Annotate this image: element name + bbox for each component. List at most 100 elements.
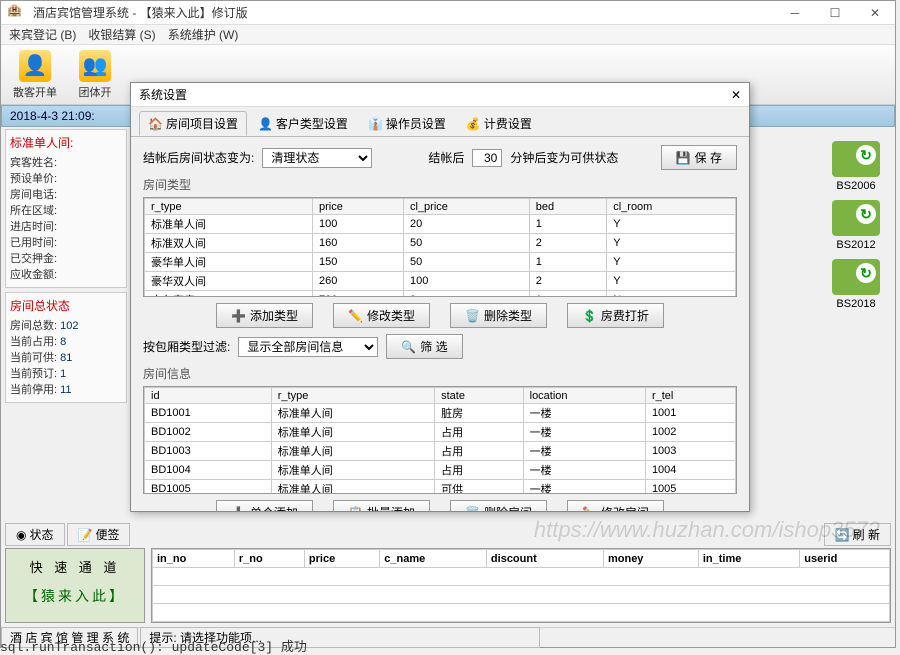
table-row[interactable]: 商务套房78001N bbox=[145, 291, 736, 298]
status-row: 当前预订: 1 bbox=[10, 366, 122, 382]
table-row[interactable]: 标准单人间100201Y bbox=[145, 215, 736, 234]
refresh-icon: 🔄 bbox=[835, 528, 850, 542]
menu-cashier[interactable]: 收银结算 (S) bbox=[88, 26, 155, 43]
room-status-title: 房间总状态 bbox=[10, 297, 122, 314]
tab-notes[interactable]: 📝便签 bbox=[67, 523, 131, 546]
table-row[interactable]: 豪华单人间150501Y bbox=[145, 253, 736, 272]
guest-field: 进店时间: bbox=[10, 219, 122, 235]
col-header[interactable]: price bbox=[304, 550, 379, 568]
roominfo-grid[interactable]: idr_typestatelocationr_telBD1001标准单人间脏房一… bbox=[143, 386, 737, 494]
guest-field: 已用时间: bbox=[10, 235, 122, 251]
filter-select[interactable]: 显示全部房间信息 bbox=[238, 337, 378, 357]
action-icon: 🗑️ bbox=[465, 506, 480, 512]
col-header[interactable]: cl_room bbox=[607, 199, 736, 215]
col-header[interactable]: in_no bbox=[153, 550, 235, 568]
tab-billing[interactable]: 💰计费设置 bbox=[457, 111, 541, 136]
money-icon: 💰 bbox=[466, 117, 481, 131]
roomtype-action-button[interactable]: 🗑️删除类型 bbox=[450, 303, 547, 328]
room-tile[interactable]: BS2006 bbox=[832, 141, 880, 192]
filter-button[interactable]: 🔍筛 选 bbox=[386, 334, 462, 359]
save-icon: 💾 bbox=[676, 151, 691, 165]
roominfo-action-button[interactable]: 🗑️删除房间 bbox=[450, 500, 547, 511]
col-header[interactable]: c_name bbox=[380, 550, 487, 568]
refresh-button[interactable]: 🔄刷 新 bbox=[824, 523, 891, 546]
maximize-button[interactable]: ☐ bbox=[815, 1, 855, 25]
room-status-panel: 房间总状态 房间总数: 102当前占用: 8当前可供: 81当前预订: 1当前停… bbox=[5, 292, 127, 403]
menu-guest[interactable]: 来宾登记 (B) bbox=[9, 26, 76, 43]
close-button[interactable]: ✕ bbox=[855, 1, 895, 25]
col-header[interactable]: location bbox=[523, 388, 645, 404]
col-header[interactable]: discount bbox=[486, 550, 603, 568]
action-icon: ✏️ bbox=[582, 506, 597, 512]
filter-label: 按包厢类型过滤: bbox=[143, 338, 230, 355]
roominfo-action-button[interactable]: ➕单个添加 bbox=[216, 500, 313, 511]
table-row[interactable]: BD1001标准单人间脏房一楼1001 bbox=[145, 404, 736, 423]
table-row[interactable]: BD1003标准单人间占用一楼1003 bbox=[145, 442, 736, 461]
person-icon: 👤 bbox=[19, 50, 51, 82]
tab-customer-type[interactable]: 👤客户类型设置 bbox=[249, 111, 357, 136]
tab-status[interactable]: ◉状态 bbox=[5, 523, 65, 546]
roominfo-action-button[interactable]: ✏️修改房间 bbox=[567, 500, 664, 511]
roomtype-action-button[interactable]: ➕添加类型 bbox=[216, 303, 313, 328]
action-icon: 📋 bbox=[348, 506, 363, 512]
action-icon: ➕ bbox=[231, 506, 246, 512]
roominfo-action-button[interactable]: 📋批量添加 bbox=[333, 500, 430, 511]
roomtype-section-label: 房间类型 bbox=[143, 176, 737, 193]
roomtype-action-button[interactable]: 💲房费打折 bbox=[567, 303, 664, 328]
col-header[interactable]: state bbox=[435, 388, 524, 404]
col-header[interactable]: r_tel bbox=[645, 388, 735, 404]
table-row[interactable]: 标准双人间160502Y bbox=[145, 234, 736, 253]
col-header[interactable]: in_time bbox=[698, 550, 799, 568]
tab-room-settings[interactable]: 🏠房间项目设置 bbox=[139, 111, 247, 136]
minimize-button[interactable]: ─ bbox=[775, 1, 815, 25]
group-icon: 👥 bbox=[79, 50, 111, 82]
guest-field: 房间电话: bbox=[10, 187, 122, 203]
status-row: 当前停用: 11 bbox=[10, 382, 122, 398]
save-button[interactable]: 💾保 存 bbox=[661, 145, 737, 170]
filter-icon: 🔍 bbox=[401, 340, 416, 354]
col-header[interactable]: r_no bbox=[234, 550, 304, 568]
quick-access-panel: 快 速 通 道 【猿来入此】 bbox=[5, 548, 145, 623]
status-row: 当前可供: 81 bbox=[10, 350, 122, 366]
action-icon: ➕ bbox=[231, 309, 246, 323]
col-header[interactable]: cl_price bbox=[404, 199, 530, 215]
action-icon: 💲 bbox=[582, 309, 597, 323]
titlebar: 🏨 酒店宾馆管理系统 - 【猿来入此】修订版 ─ ☐ ✕ bbox=[1, 1, 895, 25]
col-header[interactable]: r_type bbox=[271, 388, 434, 404]
tool-group-checkin[interactable]: 👥 团体开 bbox=[65, 50, 125, 100]
room-tile[interactable]: BS2018 bbox=[832, 259, 880, 310]
guest-info-panel: 标准单人间: 宾客姓名:预设单价:房间电话:所在区域:进店时间:已用时间:已交押… bbox=[5, 129, 127, 288]
guest-field: 宾客姓名: bbox=[10, 155, 122, 171]
room-icon bbox=[832, 141, 880, 177]
checkout-state-select[interactable]: 清理状态 bbox=[262, 148, 372, 168]
col-header[interactable]: userid bbox=[800, 550, 890, 568]
col-header[interactable]: price bbox=[312, 199, 403, 215]
col-header[interactable]: id bbox=[145, 388, 272, 404]
tab-operator[interactable]: 👔操作员设置 bbox=[359, 111, 455, 136]
table-row[interactable]: BD1004标准单人间占用一楼1004 bbox=[145, 461, 736, 480]
table-row[interactable]: 豪华双人间2601002Y bbox=[145, 272, 736, 291]
col-header[interactable]: bed bbox=[529, 199, 606, 215]
menu-system[interactable]: 系统维护 (W) bbox=[168, 26, 239, 43]
after-label-1: 结帐后 bbox=[428, 149, 464, 166]
checkout-state-label: 结帐后房间状态变为: bbox=[143, 149, 254, 166]
action-icon: ✏️ bbox=[348, 309, 363, 323]
room-icon bbox=[832, 200, 880, 236]
col-header[interactable]: money bbox=[603, 550, 698, 568]
system-settings-dialog: 系统设置 ✕ 🏠房间项目设置 👤客户类型设置 👔操作员设置 💰计费设置 结帐后房… bbox=[130, 82, 750, 512]
table-row[interactable]: BD1002标准单人间占用一楼1002 bbox=[145, 423, 736, 442]
guest-field: 所在区域: bbox=[10, 203, 122, 219]
room-icon: 🏠 bbox=[148, 117, 163, 131]
minutes-input[interactable] bbox=[472, 149, 502, 167]
tool-single-checkin[interactable]: 👤 散客开单 bbox=[5, 50, 65, 100]
room-tile[interactable]: BS2012 bbox=[832, 200, 880, 251]
guest-field: 应收金额: bbox=[10, 267, 122, 283]
roomtype-grid[interactable]: r_typepricecl_pricebedcl_room标准单人间100201… bbox=[143, 197, 737, 297]
note-icon: 📝 bbox=[78, 528, 93, 542]
after-label-2: 分钟后变为可供状态 bbox=[510, 149, 618, 166]
col-header[interactable]: r_type bbox=[145, 199, 313, 215]
dialog-close-button[interactable]: ✕ bbox=[731, 88, 741, 102]
checkin-table[interactable]: in_nor_nopricec_namediscountmoneyin_time… bbox=[151, 548, 891, 623]
roomtype-action-button[interactable]: ✏️修改类型 bbox=[333, 303, 430, 328]
table-row[interactable]: BD1005标准单人间可供一楼1005 bbox=[145, 480, 736, 495]
